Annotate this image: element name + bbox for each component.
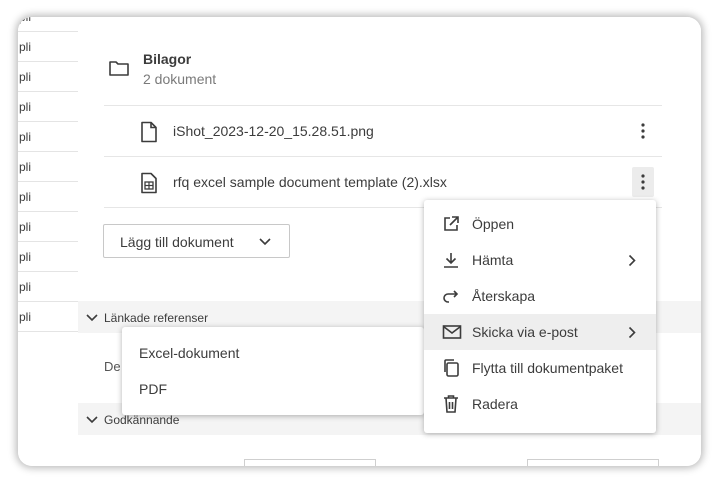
folder-document-count: 2 dokument [143,71,217,87]
list-item-label: pli [19,100,32,114]
chevron-down-icon [259,238,271,246]
context-menu: Öppen Hämta Återskapa Skicka via e-post [424,200,656,433]
document-name[interactable]: rfq excel sample document template (2).x… [173,174,447,190]
open-external-icon [444,216,459,231]
chevron-down-icon [86,416,98,424]
chevron-right-icon [628,326,636,339]
divider [104,105,662,106]
list-item-label: pli [19,280,32,294]
list-item[interactable]: pli [18,152,78,182]
menu-item-open[interactable]: Öppen [424,206,656,242]
chevron-right-icon [628,254,636,267]
kebab-menu-icon [641,123,645,139]
submenu-item-excel[interactable]: Excel-dokument [139,345,239,361]
menu-item-label: Flytta till dokumentpaket [472,360,623,376]
more-options-button[interactable] [632,167,654,197]
list-item[interactable]: pli [18,92,78,122]
menu-item-label: Återskapa [472,288,536,304]
list-item-label: pli [19,250,32,264]
add-document-button[interactable]: Lägg till dokument [103,224,290,258]
list-item[interactable]: pli [18,32,78,62]
list-item-label: pli [19,70,32,84]
app-window: pli pli pli pli pli pli pli pli pli pli … [18,17,701,466]
list-item[interactable]: pli [18,62,78,92]
section-title: Godkännande [104,413,180,427]
list-item-label: pli [19,160,32,174]
email-icon [442,325,462,339]
download-icon [444,253,458,268]
menu-item-move-to-package[interactable]: Flytta till dokumentpaket [424,350,656,386]
trash-icon [444,395,458,413]
document-name[interactable]: iShot_2023-12-20_15.28.51.png [173,123,374,139]
menu-item-label: Öppen [472,216,515,232]
list-item-label: pli [19,130,32,144]
field-box[interactable] [244,459,376,466]
menu-item-delete[interactable]: Radera [424,386,656,422]
menu-item-label: Hämta [472,252,514,268]
list-item[interactable]: pli [18,242,78,272]
field-box[interactable] [527,459,659,466]
list-item[interactable]: pli [18,302,78,332]
menu-item-label: Radera [472,396,518,412]
list-item-label: pli [19,40,32,54]
list-item[interactable]: pli [18,272,78,302]
submenu-item-pdf[interactable]: PDF [139,381,167,397]
more-options-button[interactable] [632,116,654,146]
chevron-down-icon [86,314,98,322]
list-item-label: pli [19,190,32,204]
list-item-label: pli [19,310,32,324]
linked-references-text: De [104,359,121,374]
list-item[interactable]: pli [18,122,78,152]
menu-item-send-email[interactable]: Skicka via e-post [424,314,656,350]
menu-item-download[interactable]: Hämta [424,242,656,278]
folder-title: Bilagor [143,51,192,67]
folder-icon [109,61,129,76]
file-icon [141,121,157,143]
left-list: pli pli pli pli pli pli pli pli pli pli … [18,17,79,466]
copy-icon [444,359,459,377]
regenerate-icon [443,290,459,303]
list-item-label: pli [19,17,32,24]
divider [104,156,662,157]
kebab-menu-icon [641,174,645,190]
menu-item-regenerate[interactable]: Återskapa [424,278,656,314]
add-document-label: Lägg till dokument [120,234,234,250]
list-item[interactable]: pli [18,182,78,212]
spreadsheet-file-icon [141,172,157,194]
list-item[interactable]: pli [18,17,78,32]
list-item[interactable]: pli [18,212,78,242]
section-title: Länkade referenser [104,311,209,325]
email-submenu: Excel-dokument PDF [122,327,424,415]
list-item-label: pli [19,220,32,234]
menu-item-label: Skicka via e-post [472,324,578,340]
